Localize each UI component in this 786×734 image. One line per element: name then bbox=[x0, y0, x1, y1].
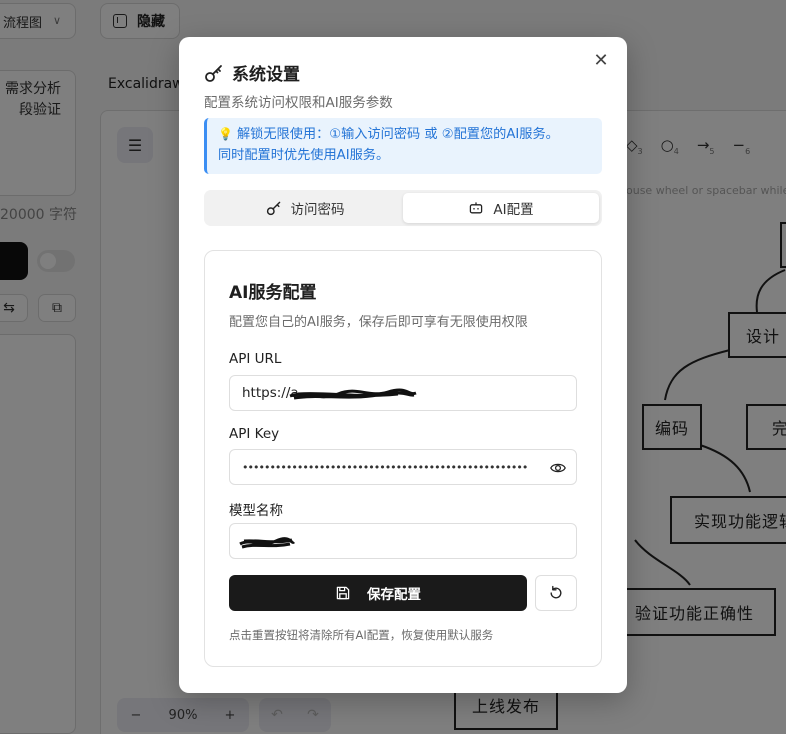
save-config-button[interactable]: 保存配置 bbox=[229, 575, 527, 611]
api-url-label: API URL bbox=[229, 351, 282, 367]
tab-access-password-label: 访问密码 bbox=[290, 202, 345, 218]
notice-line-2: 同时配置时优先使用AI服务。 bbox=[218, 148, 390, 163]
key-icon bbox=[266, 201, 280, 216]
tab-access-password[interactable]: 访问密码 bbox=[207, 193, 403, 223]
api-url-input[interactable]: https://a bbox=[229, 375, 577, 411]
redaction-scribble bbox=[289, 388, 417, 400]
save-config-label: 保存配置 bbox=[367, 587, 421, 603]
dialog-title: 系统设置 bbox=[232, 65, 300, 85]
lightbulb-icon: 💡 bbox=[218, 127, 233, 141]
redaction-scribble bbox=[239, 537, 296, 549]
settings-tabs: 访问密码 AI配置 bbox=[204, 190, 602, 226]
api-key-value: ••••••••••••••••••••••••••••••••••••••••… bbox=[242, 460, 528, 474]
card-description: 配置您自己的AI服务，保存后即可享有无限使用权限 bbox=[229, 315, 528, 330]
api-key-label: API Key bbox=[229, 426, 280, 442]
tab-ai-config-label: AI配置 bbox=[493, 202, 534, 218]
robot-icon bbox=[470, 202, 483, 214]
reset-icon bbox=[550, 585, 562, 599]
save-icon bbox=[336, 586, 350, 600]
key-icon bbox=[205, 64, 222, 82]
reset-footnote: 点击重置按钮将清除所有AI配置，恢复使用默认服务 bbox=[229, 628, 494, 642]
settings-dialog: ✕ 系统设置 配置系统访问权限和AI服务参数 💡 解锁无限使用：①输入访问密码 或… bbox=[179, 37, 627, 693]
dialog-header: 系统设置 bbox=[204, 60, 300, 85]
eye-icon[interactable] bbox=[550, 460, 566, 476]
close-icon[interactable]: ✕ bbox=[593, 52, 609, 70]
api-key-input[interactable]: ••••••••••••••••••••••••••••••••••••••••… bbox=[229, 449, 577, 485]
card-title: AI服务配置 bbox=[229, 283, 317, 303]
notice-line-1: 解锁无限使用：①输入访问密码 或 ②配置您的AI服务。 bbox=[236, 127, 559, 142]
ai-service-card: AI服务配置 配置您自己的AI服务，保存后即可享有无限使用权限 API URL … bbox=[204, 250, 602, 667]
model-name-label: 模型名称 bbox=[229, 503, 283, 519]
unlock-notice: 💡 解锁无限使用：①输入访问密码 或 ②配置您的AI服务。 同时配置时优先使用AI… bbox=[204, 118, 602, 174]
dialog-subtitle: 配置系统访问权限和AI服务参数 bbox=[204, 95, 393, 111]
model-name-input[interactable] bbox=[229, 523, 577, 559]
tab-ai-config[interactable]: AI配置 bbox=[403, 193, 599, 223]
reset-config-button[interactable] bbox=[535, 575, 577, 611]
